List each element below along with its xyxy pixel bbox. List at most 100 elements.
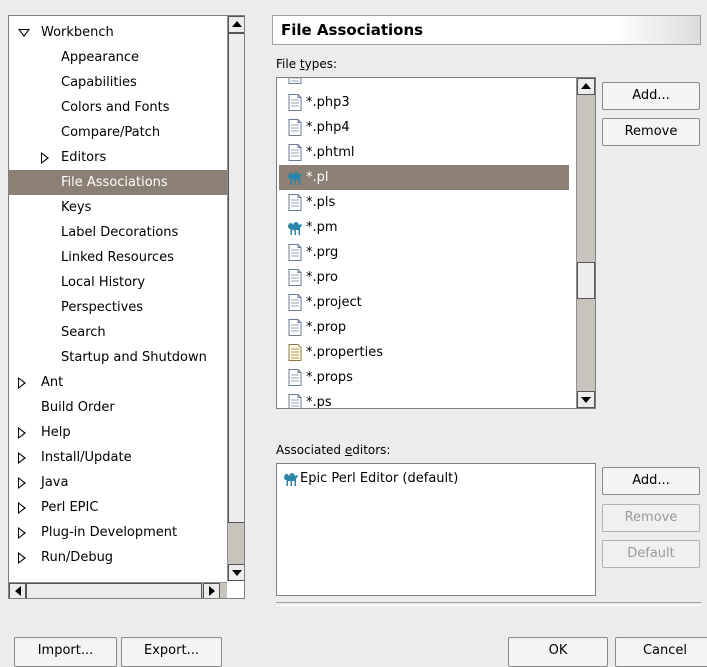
tree-item[interactable]: Capabilities: [9, 70, 227, 95]
tree-item[interactable]: Local History: [9, 270, 227, 295]
text-file-icon: [288, 294, 302, 311]
tree-item-label: Help: [41, 425, 71, 440]
file-type-row[interactable]: *.prop: [279, 315, 569, 340]
collapse-triangle-icon[interactable]: [18, 477, 26, 489]
file-type-row[interactable]: *.pls: [279, 190, 569, 215]
camel-icon: [288, 172, 302, 185]
editor-row[interactable]: Epic Perl Editor (default): [279, 466, 569, 491]
tree-item-label: Build Order: [41, 400, 115, 415]
collapse-triangle-icon[interactable]: [18, 502, 26, 514]
file-type-row[interactable]: *.prg: [279, 240, 569, 265]
tree-scroll-right-button[interactable]: [203, 583, 220, 598]
collapse-triangle-icon[interactable]: [18, 527, 26, 539]
arrow-right-icon: [208, 586, 215, 596]
tree-scroll-down-button[interactable]: [228, 564, 244, 581]
tree-scroll-thumb[interactable]: [228, 33, 244, 523]
file-type-label: *.php4: [306, 120, 350, 135]
tree-item[interactable]: Help: [9, 420, 227, 445]
page-title-bar: File Associations: [272, 15, 701, 45]
editors-label-prefix: Associated: [276, 443, 345, 457]
file-types-scrollbar[interactable]: [576, 78, 595, 408]
tree-list: Workbench Appearance Capabilities Colors an…: [9, 16, 227, 581]
tree-hscroll-thumb[interactable]: [26, 583, 202, 598]
file-types-label: File types:: [276, 57, 337, 71]
tree-item-label: File Associations: [61, 175, 168, 190]
tree-item[interactable]: Java: [9, 470, 227, 495]
tree-item[interactable]: Build Order: [9, 395, 227, 420]
tree-item[interactable]: File Associations: [9, 170, 227, 195]
file-type-row[interactable]: *.properties: [279, 340, 569, 365]
tree-scroll-up-button[interactable]: [228, 16, 244, 33]
collapse-triangle-icon[interactable]: [18, 452, 26, 464]
tree-item[interactable]: Editors: [9, 145, 227, 170]
file-type-label: *.pro: [306, 270, 338, 285]
tree-item-label: Keys: [61, 200, 92, 215]
tree-item[interactable]: Appearance: [9, 45, 227, 70]
tree-item[interactable]: Run/Debug: [9, 545, 227, 570]
collapse-triangle-icon[interactable]: [18, 552, 26, 564]
file-type-label: *.project: [306, 295, 362, 310]
editors-label-suffix: ditors:: [352, 443, 391, 457]
editor-remove-button[interactable]: Remove: [602, 504, 700, 532]
text-file-icon: [288, 119, 302, 136]
tree-item-label: Run/Debug: [41, 550, 114, 565]
tree-item-label: Local History: [61, 275, 146, 290]
file-type-row[interactable]: *.project: [279, 290, 569, 315]
editor-add-button[interactable]: Add...: [602, 467, 700, 495]
preferences-tree[interactable]: Workbench Appearance Capabilities Colors an…: [8, 15, 245, 599]
file-type-row[interactable]: *.pm: [279, 215, 569, 240]
arrow-up-icon: [231, 20, 242, 27]
tree-item[interactable]: Startup and Shutdown: [9, 345, 227, 370]
tree-item-label: Java: [41, 475, 69, 490]
tree-item[interactable]: Keys: [9, 195, 227, 220]
associated-editors-label: Associated editors:: [276, 443, 390, 457]
tree-item-label: Install/Update: [41, 450, 132, 465]
file-type-remove-button[interactable]: Remove: [602, 118, 700, 146]
tree-item-label: Ant: [41, 375, 64, 390]
tree-horizontal-scrollbar[interactable]: [9, 582, 227, 598]
tree-item[interactable]: Search: [9, 320, 227, 345]
file-type-label: *.pm: [306, 220, 338, 235]
collapse-triangle-icon[interactable]: [41, 152, 49, 164]
tree-vertical-scrollbar[interactable]: [227, 16, 244, 581]
file-types-label-suffix: ypes:: [304, 57, 338, 71]
file-type-label: *.prg: [306, 245, 339, 260]
camel-icon: [288, 222, 302, 235]
tree-item[interactable]: Colors and Fonts: [9, 95, 227, 120]
tree-item[interactable]: Compare/Patch: [9, 120, 227, 145]
text-file-icon: [288, 194, 302, 211]
associated-editors-list[interactable]: Epic Perl Editor (default): [276, 463, 596, 596]
tree-item[interactable]: Ant: [9, 370, 227, 395]
file-type-row[interactable]: *.php4: [279, 115, 569, 140]
collapse-triangle-icon[interactable]: [18, 377, 26, 389]
file-types-scroll-down-button[interactable]: [577, 391, 595, 408]
expand-triangle-icon[interactable]: [18, 29, 30, 37]
file-type-add-button[interactable]: Add...: [602, 82, 700, 110]
file-type-row[interactable]: *.php3: [279, 90, 569, 115]
file-type-row[interactable]: *.props: [279, 365, 569, 390]
file-types-label-prefix: File: [276, 57, 300, 71]
tree-item[interactable]: Perl EPIC: [9, 495, 227, 520]
text-file-icon: [288, 394, 302, 408]
file-types-scroll-thumb[interactable]: [577, 262, 595, 299]
separator-line: [276, 602, 701, 606]
editor-default-button[interactable]: Default: [602, 540, 700, 568]
file-type-row[interactable]: *.pl: [279, 165, 569, 190]
tree-item[interactable]: Label Decorations: [9, 220, 227, 245]
camel-icon: [284, 473, 298, 486]
tree-item[interactable]: Linked Resources: [9, 245, 227, 270]
tree-item[interactable]: Workbench: [9, 20, 227, 45]
file-types-scroll-up-button[interactable]: [577, 78, 595, 95]
file-type-row[interactable]: *.ps: [279, 390, 569, 408]
tree-item-label: Linked Resources: [61, 250, 174, 265]
tree-item[interactable]: Install/Update: [9, 445, 227, 470]
file-type-row[interactable]: *.pro: [279, 265, 569, 290]
tree-item[interactable]: Plug-in Development: [9, 520, 227, 545]
tree-item[interactable]: Perspectives: [9, 295, 227, 320]
file-type-row-partial[interactable]: [279, 78, 569, 88]
tree-scroll-left-button[interactable]: [9, 583, 26, 598]
file-types-list[interactable]: *.php3 *.php4 *.phtml *.pl *.pls *.pm *.prg *.p…: [276, 77, 596, 409]
arrow-down-icon: [581, 396, 591, 403]
collapse-triangle-icon[interactable]: [18, 427, 26, 439]
file-type-row[interactable]: *.phtml: [279, 140, 569, 165]
